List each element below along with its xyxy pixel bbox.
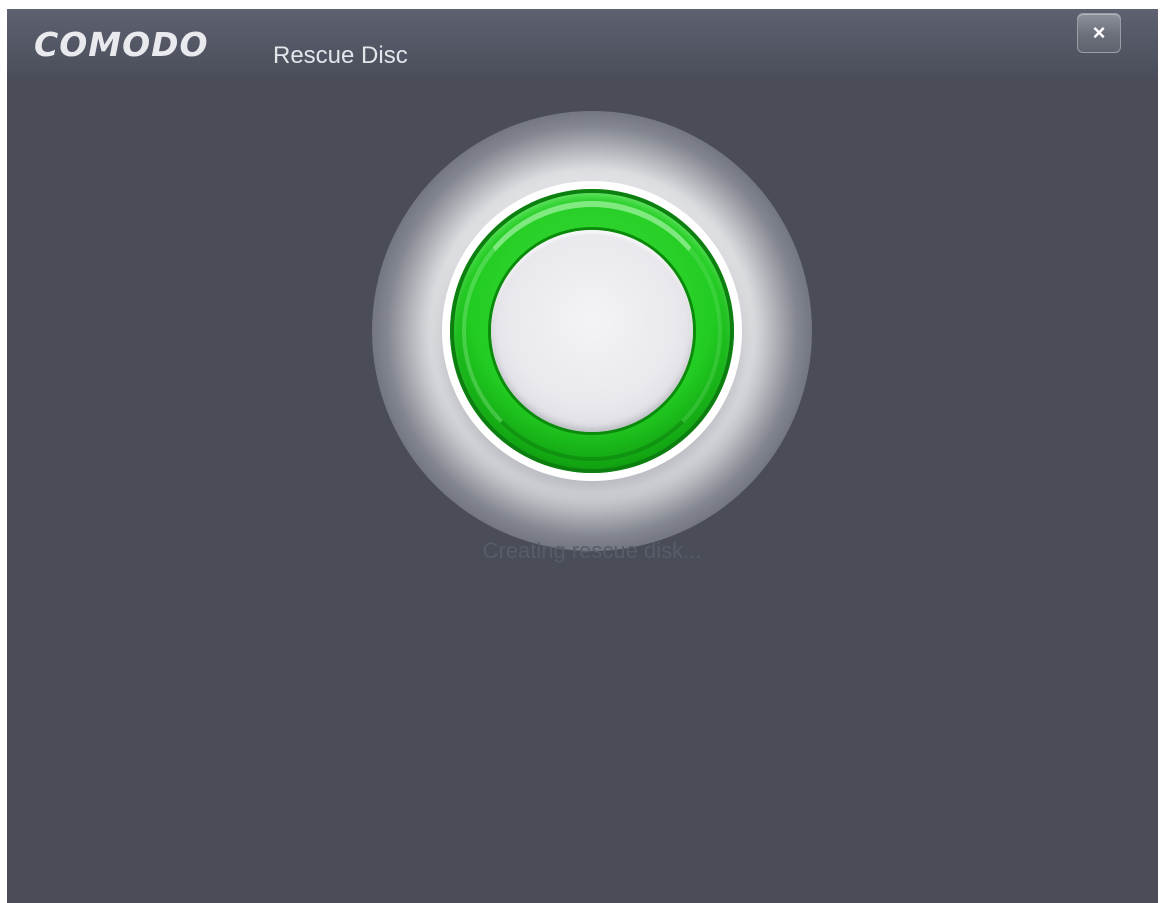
product-title: Rescue Disc [273,42,408,69]
rescue-disc-window: COMODO Rescue Disc × Creating rescue dis… [7,9,1158,903]
close-button[interactable]: × [1077,13,1121,53]
status-message: Creating rescue disk... [482,538,702,563]
comodo-logo: COMODO [34,25,209,64]
title-bar: COMODO Rescue Disc × [7,9,1158,77]
close-icon: × [1092,20,1106,45]
center-status-button[interactable] [491,230,693,432]
